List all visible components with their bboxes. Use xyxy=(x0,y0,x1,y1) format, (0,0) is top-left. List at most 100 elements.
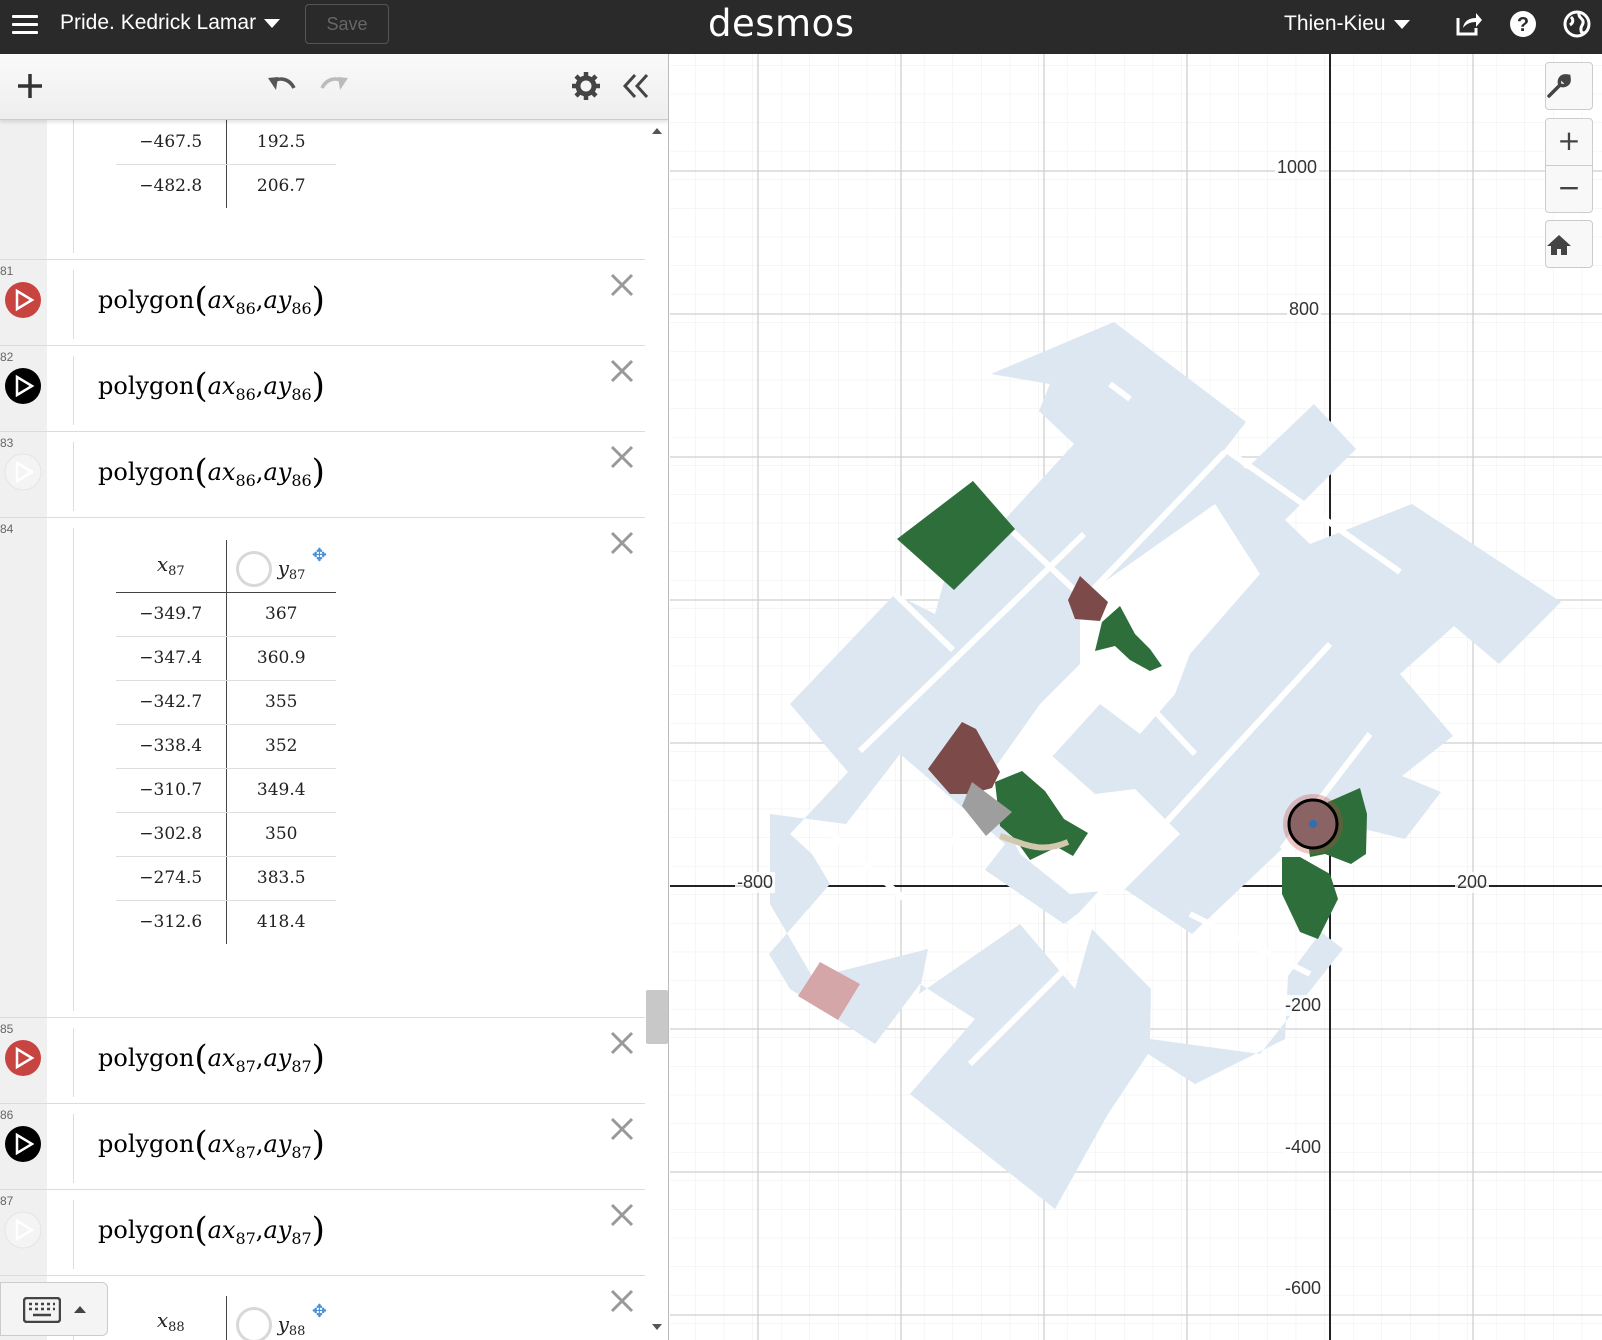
table-cell[interactable]: −467.5 xyxy=(116,120,227,165)
table-cell[interactable]: −349.7 xyxy=(116,592,227,637)
table-cell[interactable]: 349.4 xyxy=(226,768,336,813)
graph-title-dropdown[interactable]: Pride. Kedrick Lamar xyxy=(60,11,281,35)
zoom-in-button[interactable]: + xyxy=(1545,118,1593,166)
polygon-style-icon[interactable] xyxy=(4,1125,42,1163)
hamburger-icon[interactable] xyxy=(12,10,40,38)
table-cell[interactable]: −310.7 xyxy=(116,768,227,813)
subscript: 86 xyxy=(235,385,256,404)
plus-icon[interactable] xyxy=(12,68,48,104)
close-icon[interactable] xyxy=(607,442,637,472)
point-style-icon[interactable] xyxy=(235,551,272,587)
save-button[interactable]: Save xyxy=(305,4,389,44)
polygon-style-icon[interactable] xyxy=(4,1211,42,1249)
expression-formula[interactable]: polygon(ax87,ay87) xyxy=(98,1038,325,1078)
table-cell[interactable]: 418.4 xyxy=(226,900,336,944)
share-icon[interactable] xyxy=(1452,8,1484,40)
data-table[interactable]: −467.5 192.5 −482.8 206.7 xyxy=(116,120,336,208)
polygon-style-icon[interactable] xyxy=(4,367,42,405)
table-cell[interactable]: −482.8 xyxy=(116,164,227,208)
divider xyxy=(73,442,74,511)
table-header-x[interactable]: x88 xyxy=(116,1296,227,1340)
graph-canvas[interactable]: -800 200 1000 800 -200 -400 -600 + − xyxy=(670,54,1602,1340)
function-name: polygon xyxy=(98,1216,195,1244)
table-expression[interactable]: 84 x87 y87 ✥ −349.7 367 −347.4 360.9 −342.… xyxy=(0,518,645,1018)
table-cell[interactable]: −338.4 xyxy=(116,724,227,769)
table-cell[interactable]: −302.8 xyxy=(116,812,227,857)
variable: ax xyxy=(207,372,236,400)
close-icon[interactable] xyxy=(607,1114,637,1144)
scroll-up-icon[interactable] xyxy=(651,126,663,136)
expression-formula[interactable]: polygon(ax86,ay86) xyxy=(98,452,325,492)
scrollbar[interactable] xyxy=(645,120,668,1340)
subscript: 87 xyxy=(235,1143,256,1162)
table-row: −467.5 192.5 xyxy=(116,120,336,165)
data-table[interactable]: x88 y88 ✥ xyxy=(116,1296,336,1340)
close-icon[interactable] xyxy=(607,1200,637,1230)
table-cell[interactable]: 383.5 xyxy=(226,856,336,901)
chevron-down-icon xyxy=(264,18,281,28)
y-axis-label: -600 xyxy=(1283,1278,1324,1299)
table-header-y[interactable]: y88 ✥ xyxy=(226,1296,336,1340)
table-cell[interactable]: 367 xyxy=(226,592,336,637)
expression-formula[interactable]: polygon(ax86,ay86) xyxy=(98,280,325,320)
home-button[interactable] xyxy=(1545,220,1593,268)
undo-icon[interactable] xyxy=(264,68,300,104)
globe-icon[interactable] xyxy=(1561,8,1593,40)
close-icon[interactable] xyxy=(607,1286,637,1316)
table-header-y[interactable]: y87 ✥ xyxy=(226,540,336,593)
expression-row[interactable]: 82 polygon(ax86,ay86) xyxy=(0,346,645,432)
expression-formula[interactable]: polygon(ax87,ay87) xyxy=(98,1124,325,1164)
expression-row[interactable]: 83 polygon(ax86,ay86) xyxy=(0,432,645,518)
help-icon[interactable]: ? xyxy=(1507,8,1539,40)
expression-row[interactable]: 87 polygon(ax87,ay87) xyxy=(0,1190,645,1276)
table-cell[interactable]: −312.6 xyxy=(116,900,227,944)
close-icon[interactable] xyxy=(607,270,637,300)
table-cell[interactable]: 355 xyxy=(226,680,336,725)
polygon-style-icon[interactable] xyxy=(4,453,42,491)
data-table[interactable]: x87 y87 ✥ −349.7 367 −347.4 360.9 −342.7 35… xyxy=(116,540,336,944)
function-name: polygon xyxy=(98,372,195,400)
table-cell[interactable]: 192.5 xyxy=(226,120,336,165)
expression-row[interactable]: 86 polygon(ax87,ay87) xyxy=(0,1104,645,1190)
keypad-toggle-button[interactable] xyxy=(0,1282,108,1336)
double-chevron-left-icon[interactable] xyxy=(618,68,654,104)
subscript: 87 xyxy=(235,1229,256,1248)
expression-formula[interactable]: polygon(ax87,ay87) xyxy=(98,1210,325,1250)
move-icon[interactable]: ✥ xyxy=(312,545,327,566)
close-icon[interactable] xyxy=(607,356,637,386)
expression-row[interactable]: 81 polygon(ax86,ay86) xyxy=(0,260,645,346)
polygon-style-icon[interactable] xyxy=(4,1039,42,1077)
table-cell[interactable]: 206.7 xyxy=(226,164,336,208)
table-cell[interactable]: −274.5 xyxy=(116,856,227,901)
table-cell[interactable]: 350 xyxy=(226,812,336,857)
zoom-out-button[interactable]: − xyxy=(1545,165,1593,213)
function-name: polygon xyxy=(98,1044,195,1072)
table-header-x[interactable]: x87 xyxy=(116,540,227,593)
table-expression[interactable]: −467.5 192.5 −482.8 206.7 xyxy=(0,120,645,260)
scroll-thumb[interactable] xyxy=(646,990,668,1044)
polygon-style-icon[interactable] xyxy=(4,281,42,319)
table-cell[interactable]: 360.9 xyxy=(226,636,336,681)
subscript: 86 xyxy=(291,385,312,404)
move-icon[interactable]: ✥ xyxy=(312,1301,327,1322)
x-axis-label: -800 xyxy=(735,872,776,893)
scroll-down-icon[interactable] xyxy=(651,1322,663,1332)
graph-svg[interactable] xyxy=(670,54,1602,1340)
expression-row[interactable]: 85 polygon(ax87,ay87) xyxy=(0,1018,645,1104)
graph-title: Pride. Kedrick Lamar xyxy=(60,11,257,34)
expression-list: −467.5 192.5 −482.8 206.7 81 polygon(ax8… xyxy=(0,120,645,1340)
user-menu[interactable]: Thien-Kieu xyxy=(1284,12,1410,36)
point-style-icon[interactable] xyxy=(235,1307,272,1340)
expression-number: 86 xyxy=(0,1108,14,1122)
close-icon[interactable] xyxy=(607,1028,637,1058)
table-cell[interactable]: −347.4 xyxy=(116,636,227,681)
graph-settings-button[interactable] xyxy=(1545,62,1593,110)
expression-formula[interactable]: polygon(ax86,ay86) xyxy=(98,366,325,406)
table-cell[interactable]: −342.7 xyxy=(116,680,227,725)
top-bar: Pride. Kedrick Lamar Save desmos Thien-K… xyxy=(0,0,1602,54)
redo-icon[interactable] xyxy=(316,68,352,104)
table-cell[interactable]: 352 xyxy=(226,724,336,769)
gear-icon[interactable] xyxy=(568,68,604,104)
function-name: polygon xyxy=(98,286,195,314)
close-icon[interactable] xyxy=(607,528,637,558)
